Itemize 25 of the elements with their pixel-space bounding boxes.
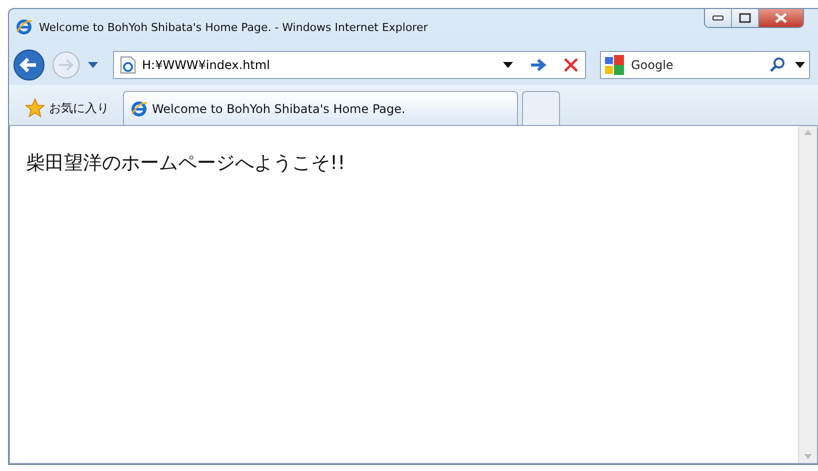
maximize-icon bbox=[739, 13, 751, 23]
maximize-button[interactable] bbox=[732, 9, 759, 27]
search-icon[interactable] bbox=[769, 57, 785, 73]
history-dropdown-icon[interactable] bbox=[87, 61, 99, 69]
go-arrow-icon[interactable] bbox=[529, 57, 547, 73]
stop-icon[interactable] bbox=[563, 57, 579, 73]
page-heading: 柴田望洋のホームページへようこそ!! bbox=[26, 151, 346, 176]
dropdown-icon[interactable] bbox=[503, 62, 513, 68]
minimize-icon bbox=[712, 15, 724, 21]
star-icon bbox=[25, 98, 45, 118]
search-provider-icon bbox=[605, 55, 625, 75]
tab-title: Welcome to BohYoh Shibata's Home Page. bbox=[152, 102, 406, 116]
search-bar[interactable]: Google bbox=[600, 51, 810, 79]
browser-logo-icon bbox=[130, 100, 148, 118]
back-button[interactable] bbox=[13, 49, 45, 81]
favorites-button[interactable]: お気に入り bbox=[15, 91, 119, 125]
window-title: Welcome to BohYoh Shibata's Home Page. - Windows Internet Explorer bbox=[39, 20, 429, 34]
close-icon bbox=[775, 13, 787, 23]
page-icon bbox=[120, 56, 136, 74]
address-bar[interactable]: H:¥WWW¥index.html bbox=[113, 51, 586, 79]
dropdown-icon[interactable] bbox=[795, 62, 805, 68]
minimize-button[interactable] bbox=[705, 9, 732, 27]
browser-tab[interactable]: Welcome to BohYoh Shibata's Home Page. bbox=[123, 91, 518, 125]
browser-logo-icon bbox=[15, 18, 33, 36]
close-button[interactable] bbox=[759, 9, 803, 27]
